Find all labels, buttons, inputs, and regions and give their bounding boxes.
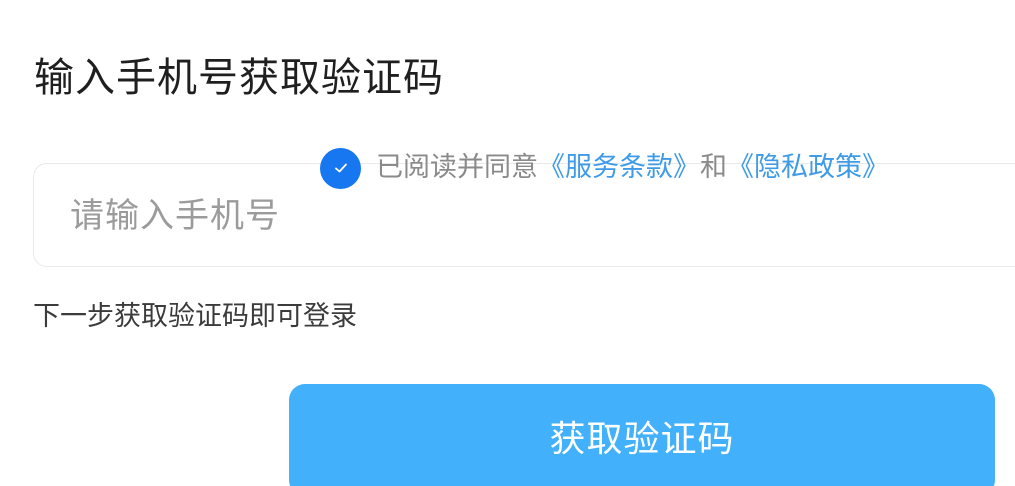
- agreement-checkbox[interactable]: [320, 147, 361, 189]
- get-code-button[interactable]: 获取验证码: [289, 384, 995, 486]
- login-hint: 下一步获取验证码即可登录: [33, 301, 357, 332]
- agreement-conjunction: 和: [700, 152, 727, 183]
- login-page: 输入手机号获取验证码 已阅读并同意 《服务条款》 和 《隐私政策》 下一步获取验…: [0, 0, 1015, 486]
- agreement-row: 已阅读并同意 《服务条款》 和 《隐私政策》: [320, 146, 889, 190]
- service-terms-link[interactable]: 《服务条款》: [538, 146, 700, 190]
- page-title: 输入手机号获取验证码: [34, 55, 444, 101]
- privacy-policy-link[interactable]: 《隐私政策》: [727, 146, 889, 190]
- agreement-prefix: 已阅读并同意: [376, 152, 538, 183]
- phone-input[interactable]: [70, 188, 970, 244]
- check-icon: [334, 163, 347, 173]
